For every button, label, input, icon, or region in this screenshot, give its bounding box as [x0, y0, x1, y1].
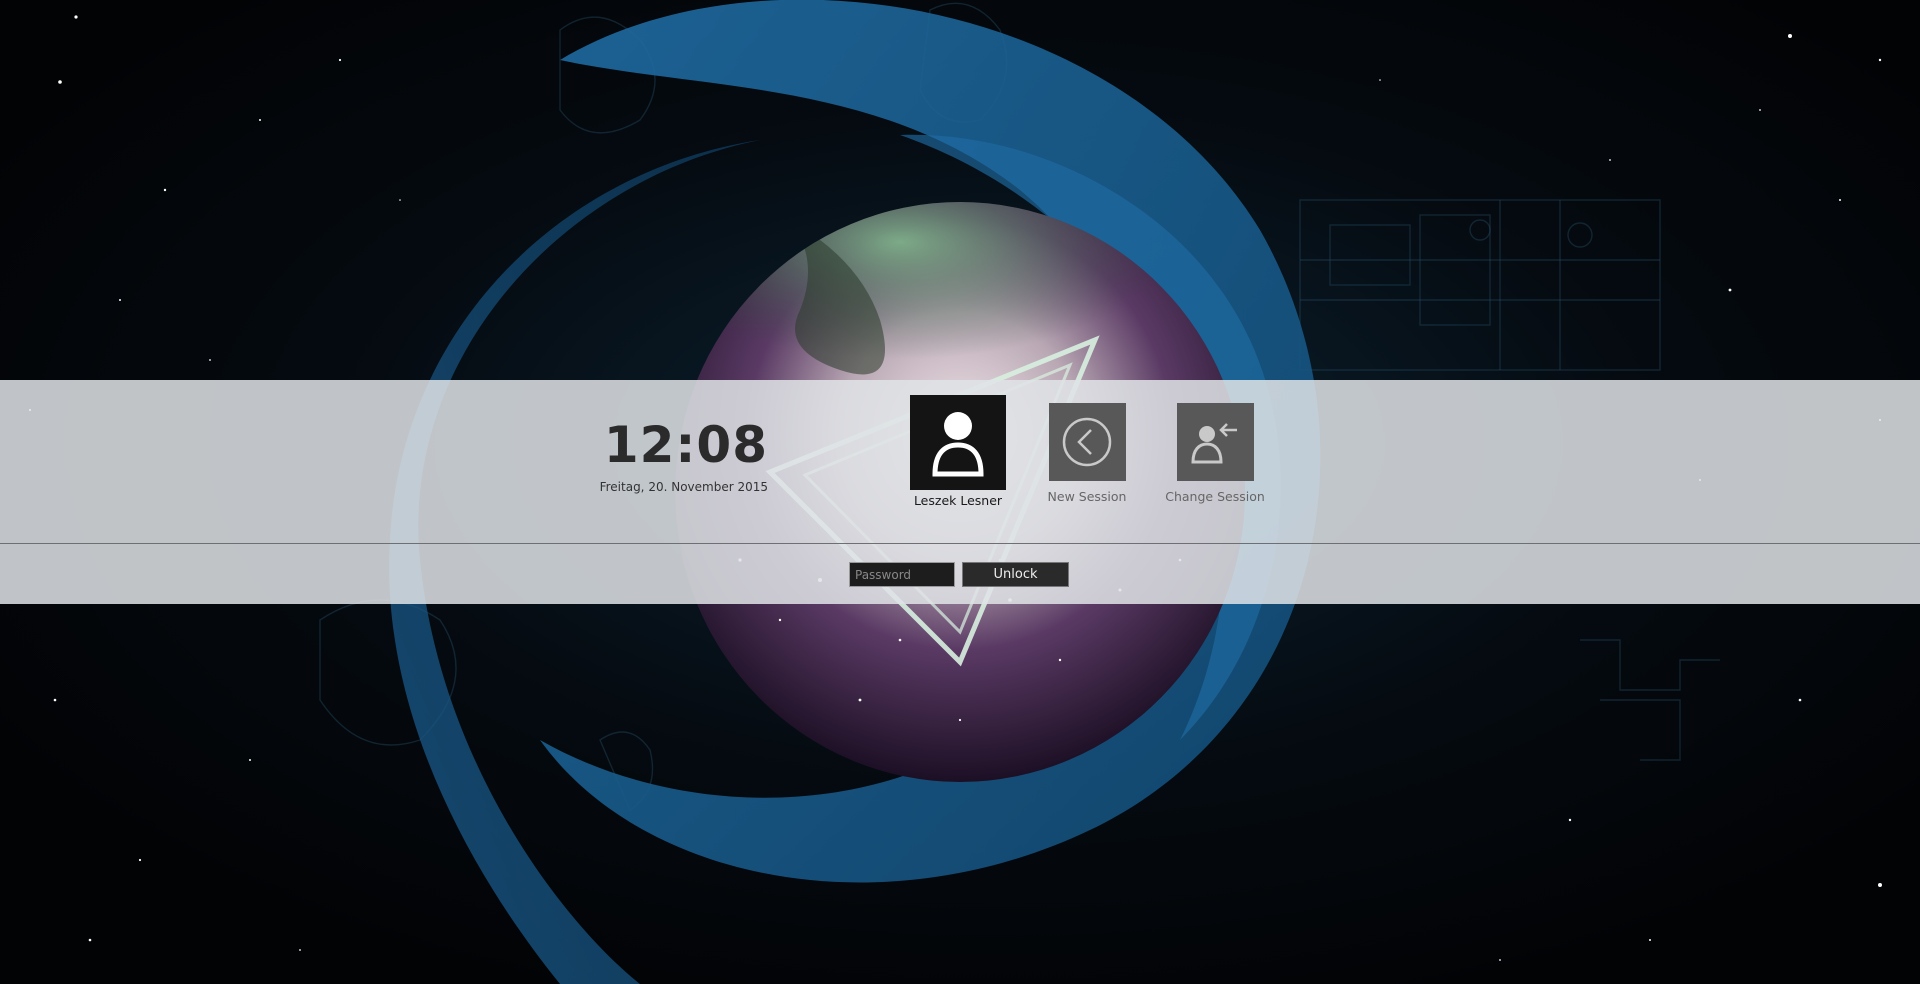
new-session-label: New Session	[1047, 489, 1127, 504]
clock: 12:08 Freitag, 20. November 2015	[560, 420, 768, 494]
user-tile-leszek-lesner[interactable]: Leszek Lesner	[908, 395, 1008, 508]
unlock-button[interactable]: Unlock	[962, 562, 1069, 587]
change-session-button[interactable]: Change Session	[1160, 403, 1270, 504]
user-switch-icon	[1191, 423, 1237, 464]
change-session-label: Change Session	[1165, 489, 1265, 504]
new-session-box	[1048, 403, 1126, 481]
change-session-box	[1176, 403, 1254, 481]
circle-chevron-left-icon	[1062, 417, 1112, 467]
user-avatar-icon	[932, 411, 984, 476]
panel-divider	[0, 543, 1920, 544]
user-avatar-box	[910, 395, 1006, 490]
password-input[interactable]	[849, 562, 955, 587]
new-session-button[interactable]: New Session	[1036, 403, 1138, 504]
lock-screen: 12:08 Freitag, 20. November 2015 Leszek …	[0, 0, 1920, 984]
login-panel: 12:08 Freitag, 20. November 2015 Leszek …	[0, 380, 1920, 604]
clock-date: Freitag, 20. November 2015	[599, 480, 768, 494]
clock-time: 12:08	[603, 416, 768, 474]
user-name-label: Leszek Lesner	[913, 493, 1003, 508]
